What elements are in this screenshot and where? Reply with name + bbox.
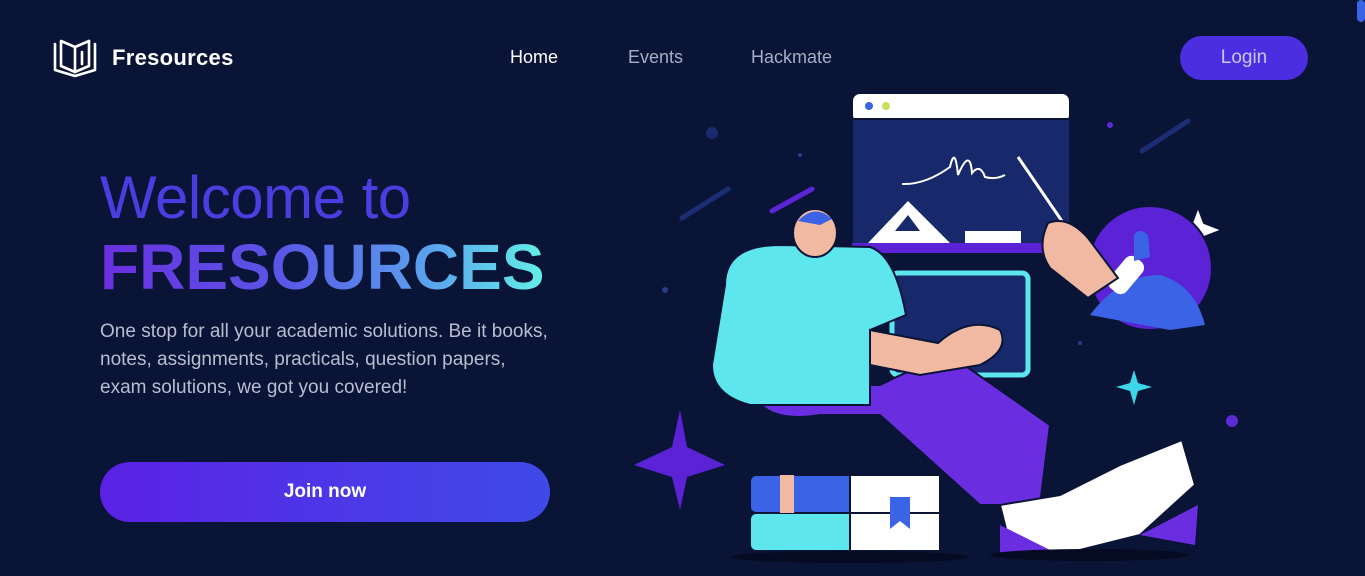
board-window [851,92,1071,253]
sparkle-icon [1116,370,1152,405]
hero-welcome-text: Welcome to [100,164,411,231]
hero-heading: Welcome to FRESOURCES [100,166,545,304]
login-button[interactable]: Login [1180,36,1308,80]
scrollbar-thumb[interactable] [1357,0,1365,22]
hero-brand-title: FRESOURCES [100,231,545,303]
decor-dot [1107,122,1113,128]
hero-description: One stop for all your academic solutions… [100,321,548,398]
hero-illustration [620,85,1260,570]
decor-line [679,186,731,221]
nav-hackmate-link[interactable]: Hackmate [751,47,832,68]
decor-dot [1078,341,1082,345]
brand-name: Fresources [112,45,234,70]
book-logo-icon [52,38,98,78]
decor-dot [1226,415,1238,427]
decor-line [1139,118,1191,154]
books-stack [730,474,970,563]
join-now-button[interactable]: Join now [100,462,550,522]
star-icon [634,410,725,510]
decor-line [769,186,815,214]
nav-home-link[interactable]: Home [510,47,558,68]
decor-dot [662,287,668,293]
brand-logo[interactable]: Fresources [52,38,234,78]
decor-dot [706,127,718,139]
nav-events-link[interactable]: Events [628,47,683,68]
decor-dot [798,153,802,157]
